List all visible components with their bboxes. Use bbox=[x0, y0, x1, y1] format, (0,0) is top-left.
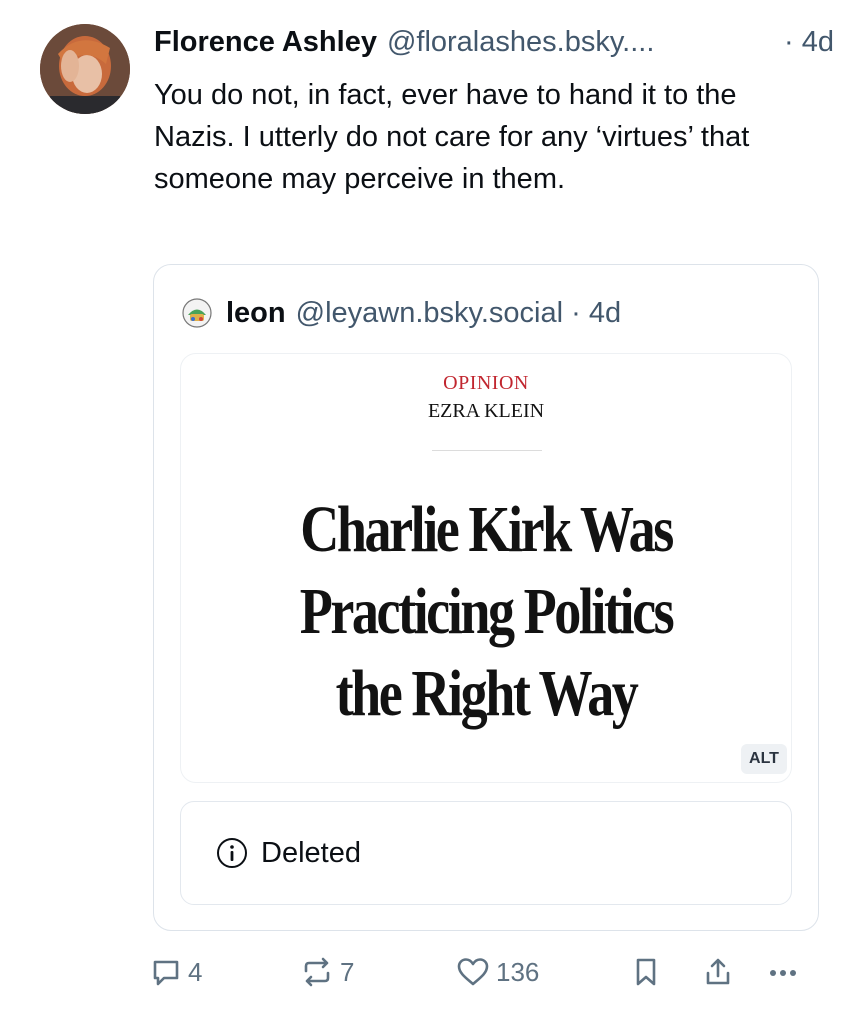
quote-header: leon @leyawn.bsky.social · 4d bbox=[182, 293, 621, 333]
quote-image[interactable]: OPINION EZRA KLEIN Charlie Kirk Was Prac… bbox=[180, 353, 792, 783]
author-name[interactable]: Florence Ashley bbox=[154, 26, 377, 59]
share-icon bbox=[706, 958, 730, 985]
reply-button[interactable]: 4 bbox=[150, 956, 202, 988]
repost-icon bbox=[304, 957, 330, 987]
like-button[interactable]: 136 bbox=[456, 956, 539, 988]
quote-author-avatar bbox=[182, 298, 212, 328]
post-text: You do not, in fact, ever have to hand i… bbox=[154, 79, 750, 195]
author-handle[interactable]: @floralashes.bsky.... bbox=[387, 26, 654, 59]
repost-count: 7 bbox=[340, 956, 355, 987]
post-timestamp[interactable]: · 4d bbox=[784, 26, 834, 59]
share-button[interactable] bbox=[702, 956, 734, 988]
post-header: Florence Ashley @floralashes.bsky.... · … bbox=[154, 26, 834, 66]
quote-author-handle[interactable]: @leyawn.bsky.social · 4d bbox=[296, 297, 621, 330]
reply-count: 4 bbox=[188, 956, 203, 987]
headline-line: Practicing Politics bbox=[299, 575, 675, 648]
article-byline: EZRA KLEIN bbox=[427, 400, 545, 422]
quote-post-card[interactable]: leon @leyawn.bsky.social · 4d OPINION EZ… bbox=[153, 264, 819, 931]
article-divider bbox=[432, 450, 542, 451]
article-section: OPINION bbox=[443, 372, 529, 394]
deleted-notice: Deleted bbox=[180, 801, 792, 905]
quote-author-name[interactable]: leon bbox=[226, 297, 286, 330]
bookmark-icon bbox=[636, 958, 656, 986]
more-icon bbox=[770, 970, 796, 976]
repost-button[interactable]: 7 bbox=[300, 956, 354, 988]
info-icon bbox=[217, 838, 247, 868]
headline-line: Charlie Kirk Was bbox=[300, 493, 674, 566]
bookmark-button[interactable] bbox=[632, 956, 660, 988]
reply-icon bbox=[153, 960, 179, 986]
article-headline: Charlie Kirk Was Practicing Politics the… bbox=[181, 489, 791, 735]
headline-line: the Right Way bbox=[335, 657, 639, 730]
author-avatar[interactable] bbox=[40, 24, 130, 114]
more-options-button[interactable] bbox=[766, 956, 800, 988]
alt-text-button[interactable]: ALT bbox=[741, 744, 787, 774]
post-actions: 4 7 136 bbox=[150, 948, 830, 1004]
like-count: 136 bbox=[496, 956, 540, 987]
deleted-label: Deleted bbox=[261, 836, 361, 869]
heart-icon bbox=[457, 958, 489, 986]
